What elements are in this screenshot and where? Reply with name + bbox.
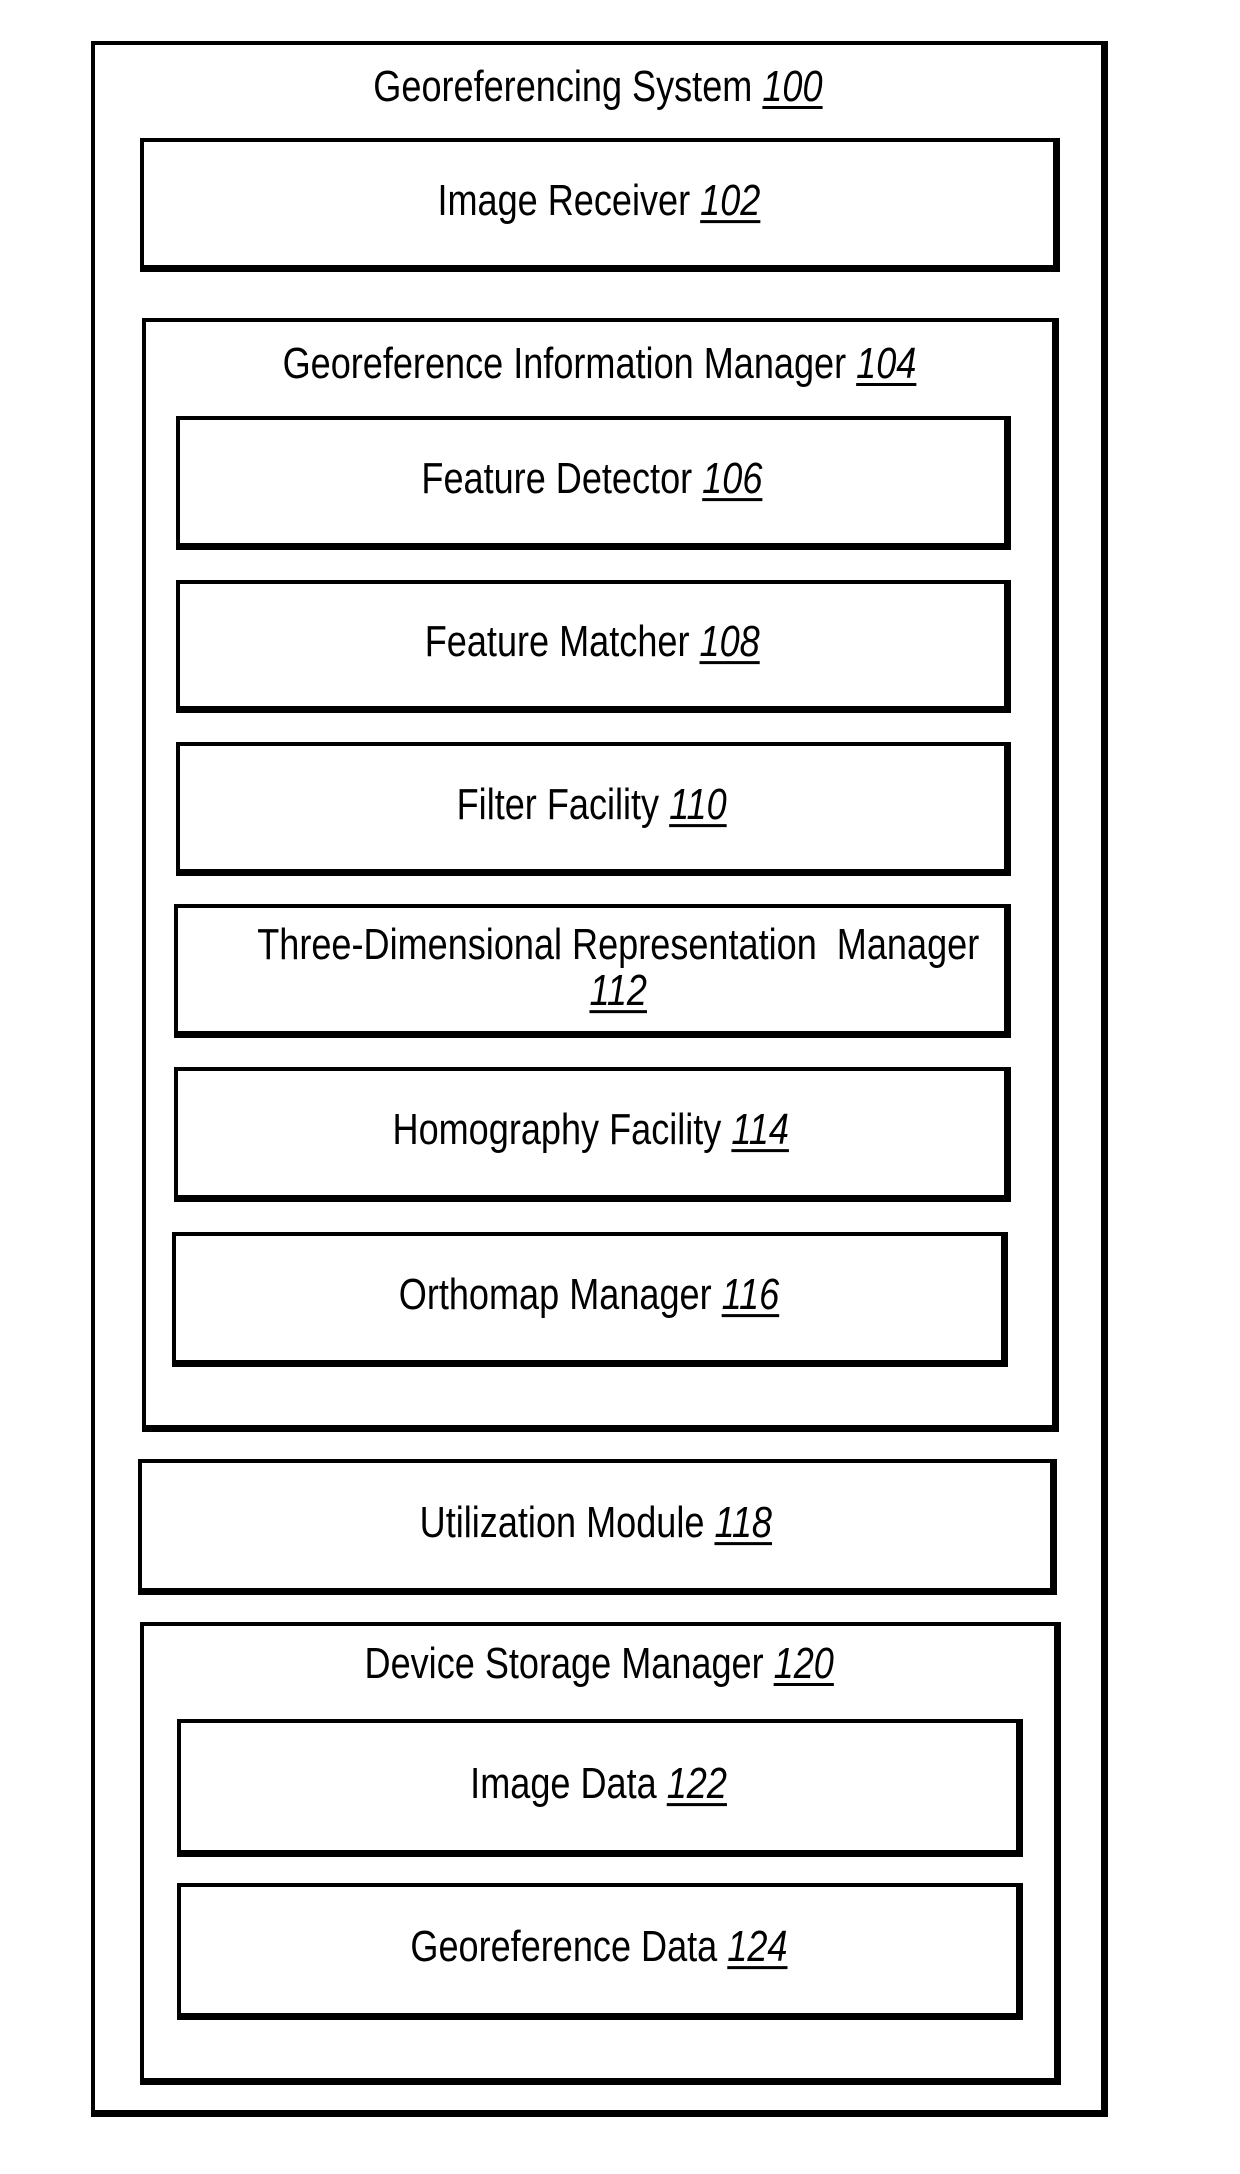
homography-facility-label: Homography Facility 114 [178, 1106, 1004, 1154]
image-receiver-label: Image Receiver 102 [144, 175, 1053, 225]
georeference-data-name: Georeference Data [409, 1922, 717, 1972]
georeference-information-manager-name: Georeference Information Manager [282, 339, 846, 388]
feature-detector-name: Feature Detector [421, 453, 693, 503]
orthomap-manager-box: Orthomap Manager 116 [172, 1232, 1008, 1367]
feature-matcher-label: Feature Matcher 108 [180, 618, 1004, 666]
image-data-box: Image Data 122 [177, 1719, 1023, 1857]
device-storage-manager-name: Device Storage Manager [364, 1639, 764, 1688]
filter-facility-box: Filter Facility 110 [176, 742, 1011, 876]
feature-detector-label: Feature Detector 106 [180, 453, 1004, 503]
georeferencing-system-ref: 100 [762, 62, 823, 111]
utilization-module-ref: 118 [714, 1497, 773, 1547]
device-storage-manager-ref: 120 [773, 1639, 834, 1688]
three-dimensional-representation-manager-label: Three-Dimensional Representation Manager… [178, 919, 1004, 1015]
georeference-information-manager-title: Georeference Information Manager 104 [146, 340, 1052, 388]
image-data-ref: 122 [666, 1758, 727, 1808]
utilization-module-label: Utilization Module 118 [142, 1497, 1050, 1547]
feature-matcher-box: Feature Matcher 108 [176, 580, 1011, 713]
georeference-information-manager-ref: 104 [855, 339, 916, 388]
three-dimensional-representation-manager-box: Three-Dimensional Representation Manager… [174, 904, 1011, 1038]
georeferencing-system-title: Georeferencing System 100 [95, 63, 1101, 111]
feature-detector-ref: 106 [702, 453, 763, 503]
image-data-label: Image Data 122 [181, 1758, 1016, 1808]
homography-facility-ref: 114 [731, 1105, 790, 1155]
filter-facility-name: Filter Facility [456, 779, 660, 829]
orthomap-manager-name: Orthomap Manager [398, 1270, 712, 1320]
feature-matcher-ref: 108 [699, 617, 760, 667]
filter-facility-ref: 110 [669, 779, 728, 829]
utilization-module-name: Utilization Module [419, 1497, 705, 1547]
three-dimensional-representation-manager-ref: 112 [589, 965, 647, 1015]
homography-facility-box: Homography Facility 114 [174, 1067, 1011, 1202]
georeferencing-system-name: Georeferencing System [373, 62, 753, 111]
georeference-data-ref: 124 [726, 1922, 788, 1972]
georeference-data-label: Georeference Data 124 [181, 1923, 1016, 1971]
image-receiver-box: Image Receiver 102 [140, 138, 1060, 272]
image-data-name: Image Data [470, 1758, 657, 1808]
utilization-module-box: Utilization Module 118 [138, 1459, 1057, 1595]
three-dimensional-representation-manager-name: Three-Dimensional Representation Manager [257, 919, 980, 969]
device-storage-manager-title: Device Storage Manager 120 [144, 1640, 1054, 1688]
homography-facility-name: Homography Facility [392, 1105, 722, 1155]
georeference-data-box: Georeference Data 124 [177, 1883, 1023, 2020]
image-receiver-ref: 102 [699, 175, 760, 225]
orthomap-manager-ref: 116 [721, 1270, 779, 1320]
filter-facility-label: Filter Facility 110 [180, 779, 1004, 829]
feature-matcher-name: Feature Matcher [424, 617, 690, 667]
feature-detector-box: Feature Detector 106 [176, 416, 1011, 550]
image-receiver-name: Image Receiver [437, 175, 690, 225]
orthomap-manager-label: Orthomap Manager 116 [176, 1271, 1001, 1319]
